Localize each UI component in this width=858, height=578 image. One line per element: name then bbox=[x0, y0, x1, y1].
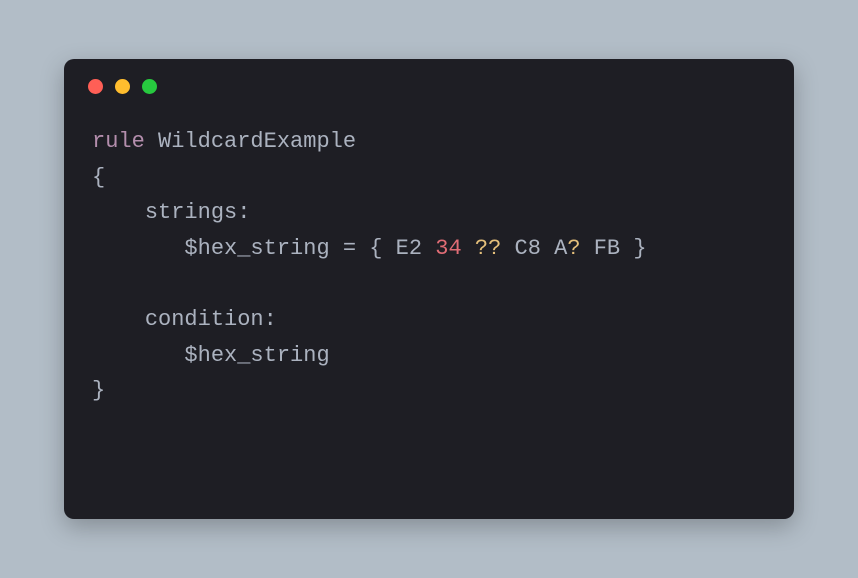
hex-close: } bbox=[633, 236, 646, 261]
brace-close: } bbox=[92, 378, 105, 403]
hex-wildcard-nibble: ? bbox=[567, 236, 580, 261]
keyword-rule: rule bbox=[92, 129, 145, 154]
hex-byte: 34 bbox=[435, 236, 461, 261]
section-condition: condition: bbox=[145, 307, 277, 332]
section-strings: strings: bbox=[145, 200, 251, 225]
hex-byte: E2 bbox=[396, 236, 422, 261]
hex-byte-partial: A bbox=[554, 236, 567, 261]
close-icon[interactable] bbox=[88, 79, 103, 94]
brace-open: { bbox=[92, 165, 105, 190]
condition-expr: $hex_string bbox=[184, 343, 329, 368]
hex-open: { bbox=[369, 236, 382, 261]
hex-byte: FB bbox=[594, 236, 620, 261]
rule-name: WildcardExample bbox=[158, 129, 356, 154]
equals-sign: = bbox=[343, 236, 356, 261]
zoom-icon[interactable] bbox=[142, 79, 157, 94]
var-hex-string: $hex_string bbox=[184, 236, 329, 261]
minimize-icon[interactable] bbox=[115, 79, 130, 94]
hex-wildcard: ?? bbox=[475, 236, 501, 261]
window-titlebar bbox=[64, 59, 794, 100]
hex-byte: C8 bbox=[515, 236, 541, 261]
code-window: rule WildcardExample { strings: $hex_str… bbox=[64, 59, 794, 519]
code-block: rule WildcardExample { strings: $hex_str… bbox=[64, 100, 794, 437]
